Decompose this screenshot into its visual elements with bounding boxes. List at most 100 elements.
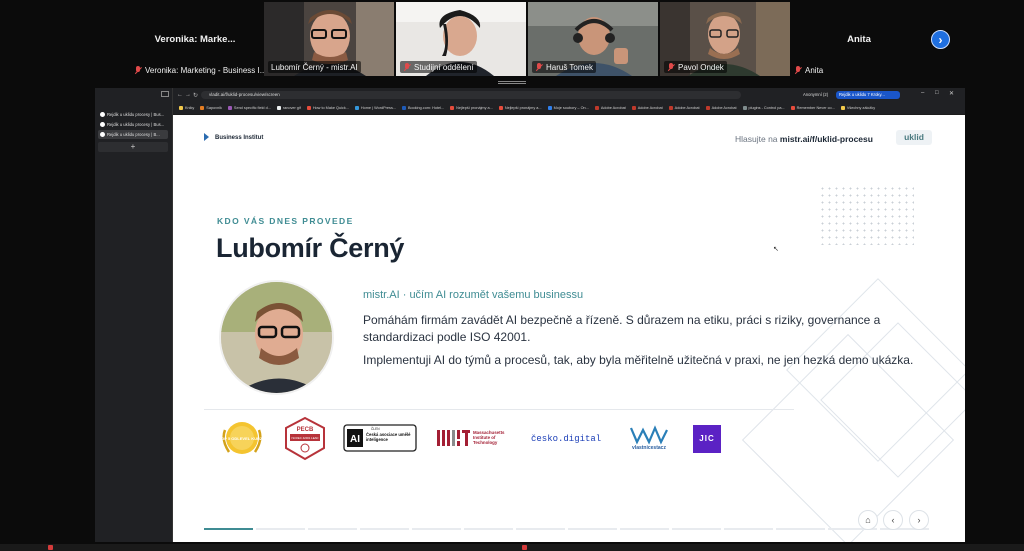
speaker-name: Lubomír Černý xyxy=(216,233,405,263)
progress-segment xyxy=(360,528,409,530)
dot-pattern xyxy=(819,185,914,245)
speaker-tagline: mistr.AI · učím AI rozumět vašemu busine… xyxy=(363,289,584,301)
participant-label-anita: Anita xyxy=(794,64,823,76)
brand-mark-icon xyxy=(204,133,211,142)
bookmark[interactable]: How to Make Quick... xyxy=(306,106,349,110)
chevron-right-icon: › xyxy=(917,515,921,525)
video-tile-lubomir[interactable]: Lubomír Černý - mistr.AI xyxy=(264,2,394,76)
vote-instruction: Hlasujte na mistr.ai/f/uklid-procesu xyxy=(735,134,873,144)
participant-name: Veronika: Marke... xyxy=(154,33,236,45)
bookmark[interactable]: Sapovnik xyxy=(200,106,222,110)
active-tab[interactable]: Rejdik u uklidu 7 Kroky... xyxy=(836,91,900,99)
section-eyebrow: KDO VÁS DNES PROVEDE xyxy=(217,216,354,226)
mouse-cursor-icon: ↖ xyxy=(773,246,779,253)
mic-muted-icon xyxy=(794,65,802,75)
progress-segment xyxy=(204,528,253,530)
bookmark[interactable]: ranover gif xyxy=(276,106,301,110)
profile-indicator[interactable]: Anonymní (2) xyxy=(803,91,828,99)
jic-logo: JIC xyxy=(693,416,721,461)
bio-paragraph-1: Pomáhám firmám zavádět AI bezpečně a říz… xyxy=(363,313,881,344)
chevron-left-icon: ‹ xyxy=(891,515,895,525)
favicon-icon xyxy=(100,132,105,137)
vertical-tab-active[interactable]: Rejdik u uklidu procesy | B... xyxy=(98,130,168,139)
progress-segment xyxy=(672,528,721,530)
resize-handle[interactable] xyxy=(498,81,526,84)
participant-label: Lubomír Černý - mistr.AI xyxy=(268,61,361,73)
cesko-digital-logo: česko.digital xyxy=(531,433,602,444)
pecb-badge: PECB ISO/IEC 42001 LEAD xyxy=(283,416,328,461)
shared-screen: Rejdik u uklidu procesy | Bus... Rejdik … xyxy=(95,88,965,542)
speaker-photo xyxy=(219,280,334,395)
forward-icon[interactable]: → xyxy=(185,92,191,98)
video-tile-harus[interactable]: Haruš Tomek xyxy=(528,2,658,76)
progress-segment xyxy=(620,528,669,530)
mic-muted-icon xyxy=(403,62,411,72)
presentation-slide: ↖ Business Institut Hlasujte na mistr.ai… xyxy=(173,115,965,542)
svg-text:TOP 5 ODLEVEL KURZŮ: TOP 5 ODLEVEL KURZŮ xyxy=(219,436,266,441)
svg-text:AI: AI xyxy=(350,434,360,445)
progress-segment xyxy=(412,528,461,530)
reload-icon[interactable]: ↻ xyxy=(193,92,198,99)
participant-strip: Veronika: Marke... Veronika: Marketing -… xyxy=(0,0,1024,80)
progress-segment xyxy=(568,528,617,530)
cau-logo: ČLEN AI Česká asociace umělé inteligence xyxy=(343,416,417,461)
bookmark[interactable]: Adobe Acrobat xyxy=(668,106,700,110)
notification-icon[interactable] xyxy=(48,545,53,550)
bookmark[interactable]: plugins - Control pa... xyxy=(742,106,785,110)
bookmark[interactable]: Nejlepší pronájmy a... xyxy=(450,106,493,110)
home-icon: ⌂ xyxy=(865,515,871,525)
sidebar-toggle[interactable] xyxy=(161,91,169,97)
bookmark[interactable]: Adobe Acrobat xyxy=(594,106,626,110)
participant-label: Pavol Ondek xyxy=(664,61,727,73)
browser-vertical-tabs: Rejdik u uklidu procesy | Bus... Rejdik … xyxy=(95,88,173,542)
participant-name: Anita xyxy=(847,33,871,45)
vertical-tab[interactable]: Rejdik u uklidu procesy | Bus... xyxy=(98,120,168,129)
bookmark[interactable]: Všechny záložky xyxy=(840,106,875,110)
video-tile-studijni[interactable]: Studijní oddělení xyxy=(396,2,526,76)
divider xyxy=(204,409,794,410)
prev-slide-button[interactable]: ‹ xyxy=(883,510,903,530)
address-bar[interactable]: vladit.ai/f/uklid-procesu/view/screen xyxy=(201,91,741,99)
svg-text:PECB: PECB xyxy=(297,427,314,433)
bookmarks-bar: Kniky Sapovnik Send specific field d... … xyxy=(173,103,965,113)
progress-segment xyxy=(776,528,825,530)
business-institut-logo: Business Institut xyxy=(204,133,263,142)
home-button[interactable]: ⌂ xyxy=(858,510,878,530)
slide-progress xyxy=(204,528,929,530)
favicon-icon xyxy=(100,112,105,117)
back-icon[interactable]: ← xyxy=(177,92,183,98)
close-icon[interactable]: ✕ xyxy=(949,90,954,97)
bookmark[interactable]: Adobe Acrobat xyxy=(705,106,737,110)
vertical-tab[interactable]: Rejdik u uklidu procesy | Bus... xyxy=(98,110,168,119)
bookmark[interactable]: Nejlepší pronájmy a... xyxy=(498,106,542,110)
bookmark[interactable]: Booking.com: Hotel... xyxy=(402,106,444,110)
new-tab-button[interactable]: + xyxy=(98,142,168,152)
vote-code-badge: uklid xyxy=(896,130,932,145)
mic-muted-icon xyxy=(134,65,142,75)
top-lektor-badge: TOP 5 ODLEVEL KURZŮ xyxy=(217,416,267,461)
vlastnicesta-logo: vlastnicestacz xyxy=(627,416,677,461)
mic-muted-icon xyxy=(667,62,675,72)
bio-paragraph-2: Implementuji AI do týmů a procesů, tak, … xyxy=(363,353,914,367)
maximize-icon[interactable]: □ xyxy=(935,90,939,96)
video-tile-pavol[interactable]: Pavol Ondek xyxy=(660,2,790,76)
bookmark[interactable]: Moje soubory – On... xyxy=(547,106,589,110)
bookmark[interactable]: Remember Never co... xyxy=(790,106,835,110)
speaker-portrait xyxy=(221,282,332,393)
next-participants-button[interactable]: › xyxy=(931,30,950,49)
participant-label: Haruš Tomek xyxy=(532,61,596,73)
minimize-icon[interactable]: – xyxy=(921,90,924,96)
chevron-right-icon: › xyxy=(938,32,943,47)
bookmark[interactable]: Send specific field d... xyxy=(227,106,271,110)
svg-text:vlastnicestacz: vlastnicestacz xyxy=(632,445,666,451)
progress-segment xyxy=(464,528,513,530)
bookmark[interactable]: Kniky xyxy=(179,106,194,110)
progress-segment xyxy=(308,528,357,530)
notification-icon[interactable] xyxy=(522,545,527,550)
bookmark[interactable]: Home | WordPress... xyxy=(354,106,396,110)
bookmark[interactable]: Adobe Acrobat xyxy=(631,106,663,110)
svg-text:ISO/IEC 42001 LEAD: ISO/IEC 42001 LEAD xyxy=(292,436,319,440)
next-slide-button[interactable]: › xyxy=(909,510,929,530)
favicon-icon xyxy=(100,122,105,127)
browser-toolbar: ← → ↻ vladit.ai/f/uklid-procesu/view/scr… xyxy=(173,88,965,114)
